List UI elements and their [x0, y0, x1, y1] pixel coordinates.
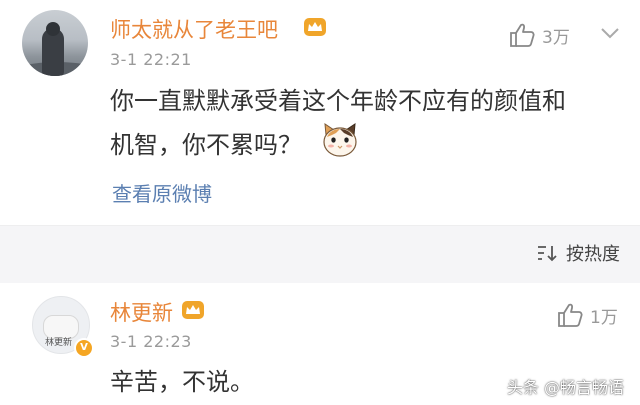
cat-emoji-icon [323, 123, 357, 157]
timestamp: 3-1 22:21 [110, 50, 192, 69]
watermark: 头条 @畅言畅语 [506, 378, 624, 397]
sort-label: 按热度 [566, 244, 620, 265]
like-button[interactable]: 3万 [508, 22, 570, 48]
crown-icon [182, 301, 204, 319]
verified-badge: V [74, 338, 94, 358]
comment-text-line1: 你一直默默承受着这个年龄不应有的颜值和 [110, 87, 566, 115]
timestamp: 3-1 22:23 [110, 332, 192, 351]
avatar[interactable] [22, 10, 88, 76]
username[interactable]: 林更新 [110, 297, 173, 327]
sort-by-heat-button[interactable]: 按热度 [534, 240, 620, 266]
sort-icon [538, 246, 557, 262]
thumbs-up-icon [510, 23, 535, 47]
comment-text: 辛苦，不说。 [110, 368, 254, 396]
view-original-link[interactable]: 查看原微博 [112, 178, 212, 207]
like-count: 3万 [542, 27, 570, 48]
avatar-tag: 林更新 [45, 338, 73, 348]
chevron-down-icon[interactable] [600, 26, 620, 40]
thumbs-up-icon [558, 303, 583, 327]
username[interactable]: 师太就从了老王吧 [110, 14, 278, 44]
crown-icon [304, 18, 326, 36]
like-button[interactable]: 1万 [556, 302, 618, 328]
like-count: 1万 [590, 307, 618, 328]
comment-text-line2: 机智，你不累吗？ [110, 131, 302, 159]
